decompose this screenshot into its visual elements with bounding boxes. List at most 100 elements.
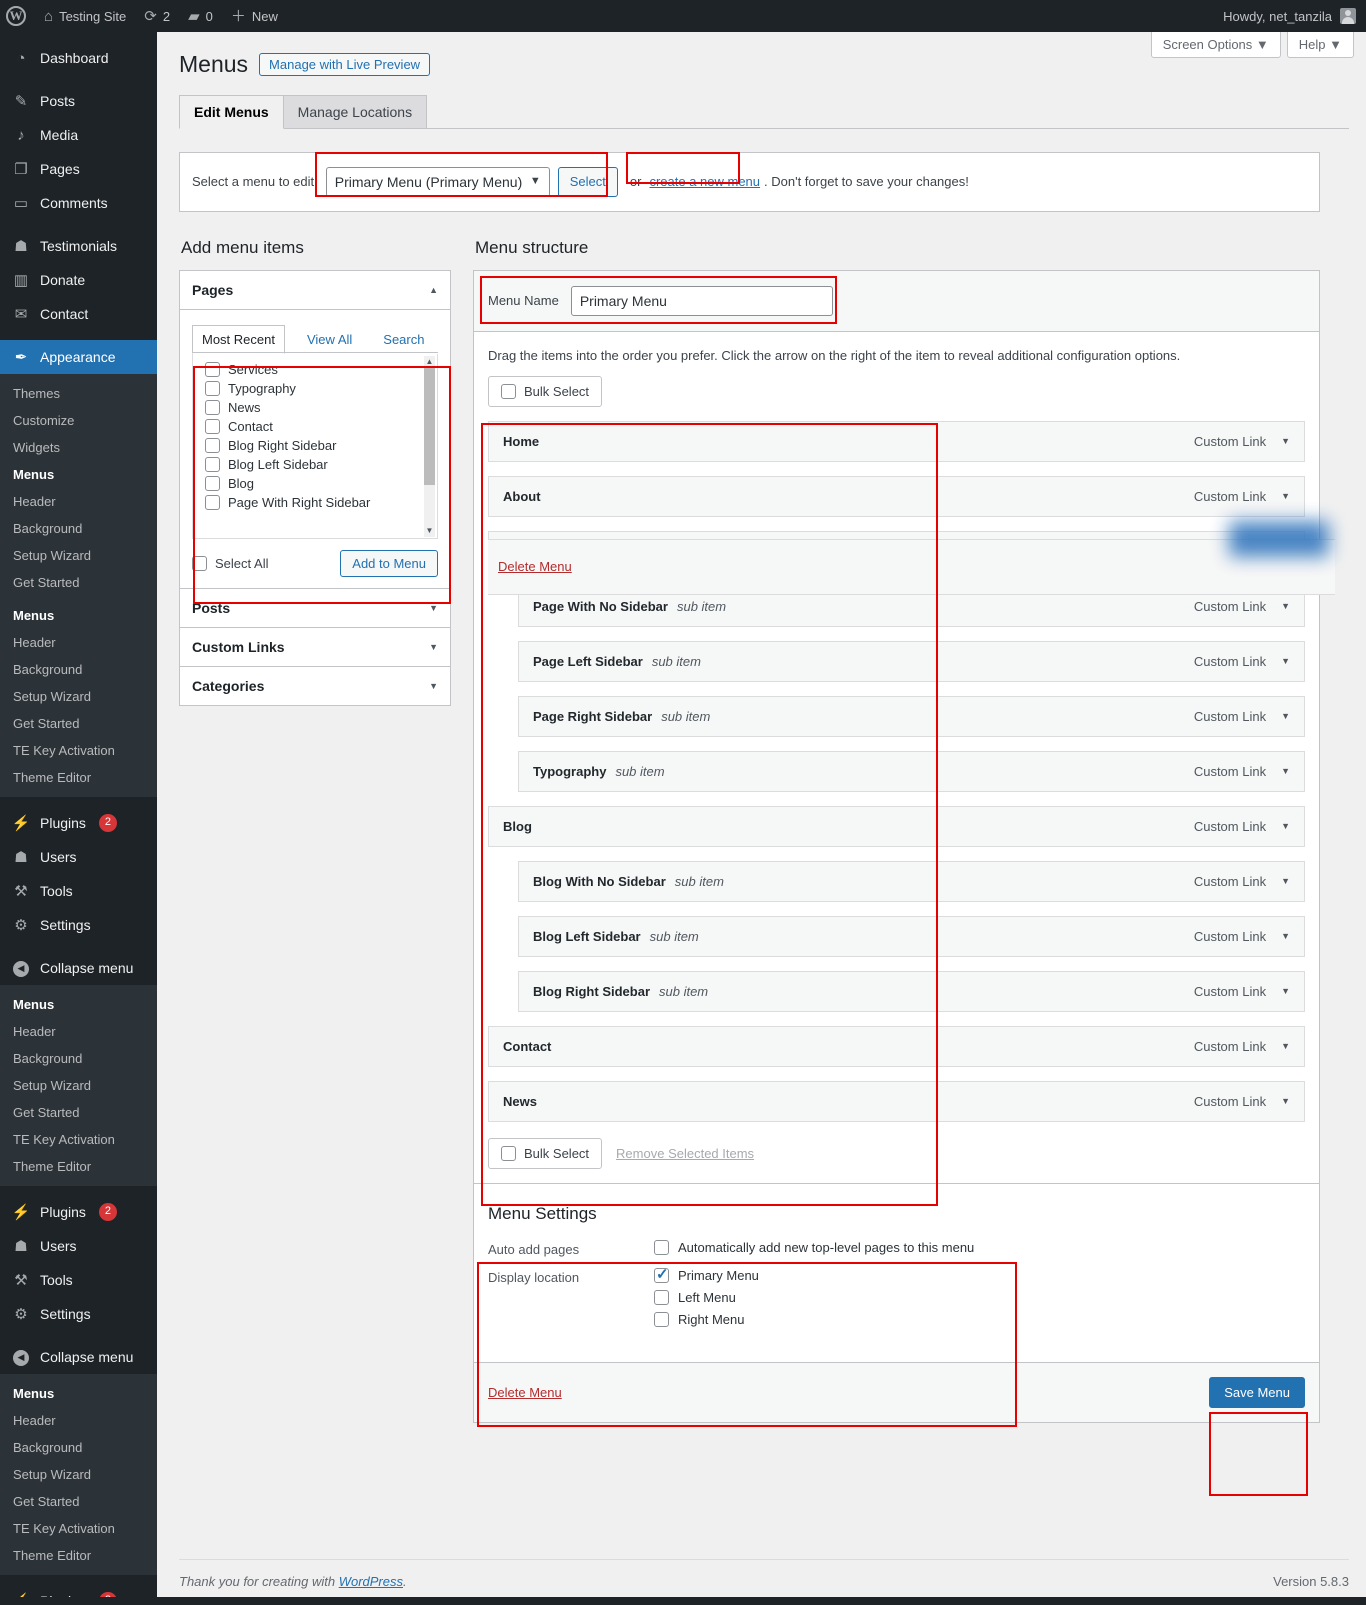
new-content-button[interactable]: ＋ New	[222, 0, 287, 32]
menu-item-row[interactable]: Typography sub item Custom Link ▼	[518, 750, 1305, 792]
page-checkbox-row[interactable]: Blog Right Sidebar	[193, 436, 437, 455]
sidebar-subitem-header[interactable]: Header	[0, 1407, 157, 1434]
sidebar-subitem-setup-wizard[interactable]: Setup Wizard	[0, 542, 157, 569]
sidebar-item-settings[interactable]: ⚙ Settings	[0, 908, 157, 942]
display-location-checkbox[interactable]	[654, 1311, 669, 1327]
sidebar-subitem-menus[interactable]: Menus	[0, 461, 157, 488]
sidebar-item-users[interactable]: ☗ Users	[0, 1229, 157, 1263]
display-location-checkbox[interactable]	[654, 1289, 669, 1305]
wordpress-link[interactable]: WordPress	[339, 1574, 403, 1589]
chevron-down-icon[interactable]: ▼	[1281, 876, 1290, 886]
pages-checkbox-list[interactable]: Services Typography News Contact Blog Right …	[192, 353, 438, 539]
chevron-down-icon[interactable]: ▼	[1281, 1041, 1290, 1051]
menu-item-row[interactable]: About Custom Link ▼	[488, 475, 1305, 517]
page-checkbox-row[interactable]: Page With Right Sidebar	[193, 493, 437, 512]
chevron-down-icon[interactable]: ▼	[1281, 766, 1290, 776]
bulk-select-checkbox-bottom[interactable]	[501, 1145, 516, 1161]
sidebar-subitem-header[interactable]: Header	[0, 488, 157, 515]
sidebar-subitem-setup-wizard[interactable]: Setup Wizard	[0, 1461, 157, 1488]
sidebar-subitem-background[interactable]: Background	[0, 1045, 157, 1072]
sidebar-subitem-te-key-activation[interactable]: TE Key Activation	[0, 737, 157, 764]
bulk-select-checkbox-top[interactable]	[501, 383, 516, 399]
sidebar-subitem-customize[interactable]: Customize	[0, 407, 157, 434]
remove-selected-items-link[interactable]: Remove Selected Items	[616, 1146, 754, 1161]
delete-menu-link-overlap[interactable]: Delete Menu	[498, 559, 572, 574]
add-to-menu-button[interactable]: Add to Menu	[340, 549, 438, 577]
menu-item-row[interactable]: Blog With No Sidebar sub item Custom Link ▼	[518, 860, 1305, 902]
sidebar-subitem-theme-editor[interactable]: Theme Editor	[0, 1542, 157, 1569]
page-checkbox[interactable]	[205, 475, 220, 491]
sidebar-subitem-themes[interactable]: Themes	[0, 380, 157, 407]
menu-item-row[interactable]: Home Custom Link ▼	[488, 420, 1305, 462]
page-checkbox-row[interactable]: News	[193, 398, 437, 417]
sidebar-subitem-get-started[interactable]: Get Started	[0, 1099, 157, 1126]
sidebar-item-comments[interactable]: ▭ Comments	[0, 186, 157, 220]
page-checkbox-row[interactable]: Services	[193, 360, 437, 379]
menu-item-row[interactable]: Blog Left Sidebar sub item Custom Link ▼	[518, 915, 1305, 957]
sidebar-subitem-menus[interactable]: Menus	[0, 1380, 157, 1407]
page-checkbox[interactable]	[205, 361, 220, 377]
sidebar-item-collapse-menu[interactable]: ◀ Collapse menu	[0, 951, 157, 985]
sidebar-subitem-get-started[interactable]: Get Started	[0, 1488, 157, 1515]
page-checkbox[interactable]	[205, 418, 220, 434]
delete-menu-link[interactable]: Delete Menu	[488, 1385, 562, 1400]
scroll-down-icon[interactable]: ▼	[424, 524, 435, 536]
sidebar-subitem-background[interactable]: Background	[0, 1434, 157, 1461]
help-button[interactable]: Help ▼	[1286, 32, 1354, 58]
blurred-save-menu-button[interactable]	[1229, 520, 1329, 557]
page-checkbox[interactable]	[205, 380, 220, 396]
bulk-select-top[interactable]: Bulk Select	[488, 375, 603, 407]
screen-options-button[interactable]: Screen Options ▼	[1150, 32, 1281, 58]
sidebar-subitem-theme-editor[interactable]: Theme Editor	[0, 764, 157, 791]
sidebar-item-donate[interactable]: ▥ Donate	[0, 263, 157, 297]
sidebar-subitem-background[interactable]: Background	[0, 656, 157, 683]
sidebar-subitem-get-started[interactable]: Get Started	[0, 710, 157, 737]
panel-posts[interactable]: Posts ▼	[179, 587, 451, 628]
sidebar-subitem-setup-wizard[interactable]: Setup Wizard	[0, 683, 157, 710]
sidebar-subitem-te-key-activation[interactable]: TE Key Activation	[0, 1515, 157, 1542]
panel-header[interactable]: Posts ▼	[180, 589, 450, 627]
sidebar-subitem-te-key-activation[interactable]: TE Key Activation	[0, 1126, 157, 1153]
tab-manage-locations[interactable]: Manage Locations	[282, 94, 428, 128]
chevron-down-icon[interactable]: ▼	[1281, 601, 1290, 611]
sidebar-item-tools[interactable]: ⚒ Tools	[0, 1263, 157, 1297]
tab-most-recent[interactable]: Most Recent	[192, 324, 285, 354]
chevron-down-icon[interactable]: ▼	[429, 642, 438, 652]
sidebar-subitem-theme-editor[interactable]: Theme Editor	[0, 1153, 157, 1180]
menu-item-row[interactable]: Page Left Sidebar sub item Custom Link ▼	[518, 640, 1305, 682]
page-checkbox[interactable]	[205, 437, 220, 453]
display-location-option[interactable]: Right Menu	[654, 1311, 759, 1327]
sidebar-subitem-menus[interactable]: Menus	[0, 991, 157, 1018]
display-location-option[interactable]: Primary Menu	[654, 1265, 759, 1283]
menu-item-row[interactable]: News Custom Link ▼	[488, 1080, 1305, 1122]
chevron-down-icon[interactable]: ▼	[1281, 821, 1290, 831]
sidebar-item-plugins[interactable]: ⚡ Plugins 2	[0, 1195, 157, 1229]
account-menu[interactable]: Howdy, net_tanzila	[1223, 8, 1366, 24]
sidebar-subitem-background[interactable]: Background	[0, 515, 157, 542]
chevron-down-icon[interactable]: ▼	[1281, 656, 1290, 666]
tab-view-all[interactable]: View All	[298, 326, 361, 353]
pages-list-scroll-thumb[interactable]	[424, 367, 435, 485]
panel-header[interactable]: Categories ▼	[180, 667, 450, 705]
sidebar-subitem-header[interactable]: Header	[0, 629, 157, 656]
save-menu-button[interactable]: Save Menu	[1209, 1376, 1305, 1408]
panel-categories[interactable]: Categories ▼	[179, 665, 451, 706]
create-a-new-menu-link[interactable]: create a new menu	[649, 174, 760, 189]
sidebar-item-testimonials[interactable]: ☗ Testimonials	[0, 229, 157, 263]
page-checkbox[interactable]	[205, 456, 220, 472]
updates-button[interactable]: ⟳ 2	[135, 0, 179, 32]
chevron-down-icon[interactable]: ▼	[1281, 986, 1290, 996]
select-button[interactable]: Select	[557, 166, 618, 197]
auto-add-pages-option[interactable]: Automatically add new top-level pages to…	[654, 1239, 974, 1255]
tab-search[interactable]: Search	[374, 326, 433, 353]
sidebar-subitem-menus[interactable]: Menus	[0, 602, 157, 629]
sidebar-item-plugins[interactable]: ⚡ Plugins 2	[0, 806, 157, 840]
menu-item-row[interactable]: Blog Right Sidebar sub item Custom Link ▼	[518, 970, 1305, 1012]
sidebar-item-dashboard[interactable]: ◔ Dashboard	[0, 41, 157, 75]
tab-edit-menus[interactable]: Edit Menus	[179, 94, 284, 129]
sidebar-item-settings[interactable]: ⚙ Settings	[0, 1297, 157, 1331]
site-name-button[interactable]: ⌂ Testing Site	[35, 0, 135, 32]
sidebar-subitem-get-started[interactable]: Get Started	[0, 569, 157, 596]
sidebar-subitem-setup-wizard[interactable]: Setup Wizard	[0, 1072, 157, 1099]
sidebar-item-pages[interactable]: ❐ Pages	[0, 152, 157, 186]
